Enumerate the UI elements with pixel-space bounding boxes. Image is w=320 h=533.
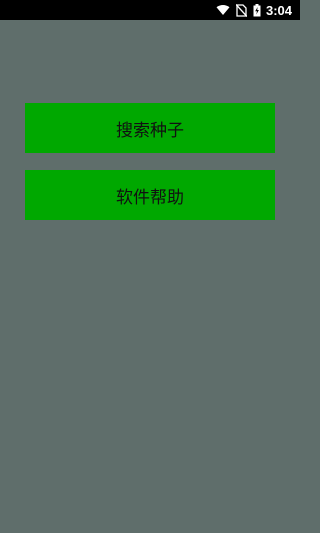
battery-charging-icon bbox=[253, 3, 261, 17]
status-bar: 3:04 bbox=[0, 0, 300, 20]
status-time: 3:04 bbox=[265, 2, 292, 18]
search-seed-button[interactable]: 搜索种子 bbox=[25, 103, 275, 153]
main-content: 搜索种子 软件帮助 bbox=[0, 20, 300, 533]
wifi-icon bbox=[216, 4, 230, 16]
help-button[interactable]: 软件帮助 bbox=[25, 170, 275, 220]
no-sim-icon bbox=[235, 3, 247, 17]
